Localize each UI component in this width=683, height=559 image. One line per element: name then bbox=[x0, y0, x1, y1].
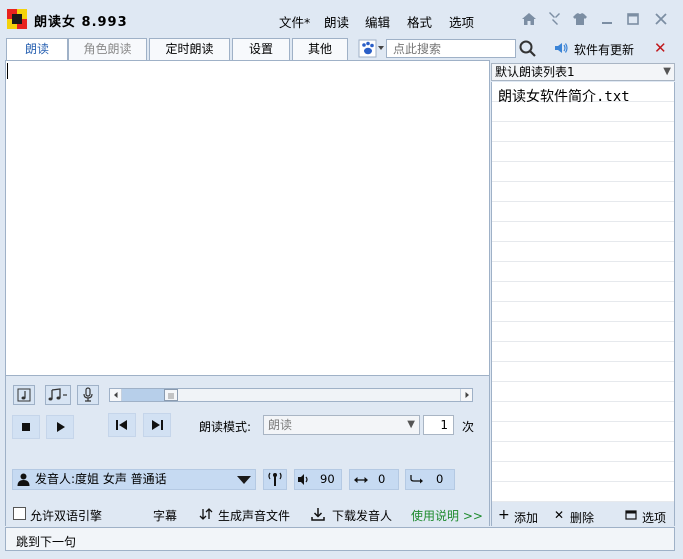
menu-edit[interactable]: 编辑 bbox=[365, 12, 390, 31]
skip-previous-icon bbox=[116, 420, 127, 430]
minimize-icon[interactable] bbox=[598, 10, 616, 28]
plus-icon: + bbox=[498, 507, 510, 523]
download-voice-button[interactable]: 下载发音人 bbox=[332, 507, 392, 524]
generate-audio-button[interactable]: 生成声音文件 bbox=[218, 507, 290, 524]
convert-audio-icon bbox=[199, 508, 213, 520]
read-mode-select[interactable]: 朗读 ▼ bbox=[263, 415, 420, 435]
app-title: 朗读女 8.993 bbox=[34, 15, 128, 30]
search-engine-paw-icon[interactable] bbox=[358, 39, 386, 58]
status-text: 跳到下一句 bbox=[16, 535, 77, 549]
menu-format[interactable]: 格式 bbox=[407, 12, 432, 31]
playlist[interactable]: 朗读女软件简介.txt bbox=[491, 82, 675, 502]
playlist-selected: 默认朗读列表1 bbox=[495, 65, 575, 79]
music-note-icon bbox=[17, 388, 31, 402]
close-panel-icon[interactable]: ✕ bbox=[654, 39, 667, 57]
repeat-unit-label: 次 bbox=[462, 420, 475, 434]
speaker-update-icon bbox=[555, 43, 568, 53]
volume-icon bbox=[298, 474, 308, 485]
music-mode-button[interactable] bbox=[45, 385, 71, 405]
playlist-rows bbox=[492, 82, 674, 502]
read-mode-label: 朗读模式: bbox=[199, 420, 252, 434]
chevron-down-icon: ▼ bbox=[407, 419, 415, 430]
progress-scrollbar[interactable] bbox=[109, 388, 473, 402]
download-icon bbox=[311, 508, 325, 521]
status-bar: 跳到下一句 bbox=[5, 527, 675, 551]
play-icon bbox=[57, 422, 65, 432]
tab-read[interactable]: 朗读 bbox=[6, 38, 68, 61]
next-button[interactable] bbox=[143, 413, 171, 437]
volume-value: 90 bbox=[320, 472, 335, 486]
repeat-count-input[interactable]: 1 bbox=[423, 415, 454, 435]
pin-icon[interactable] bbox=[545, 10, 563, 28]
bilingual-checkbox[interactable] bbox=[13, 507, 26, 520]
music-note-button[interactable] bbox=[13, 385, 35, 405]
scroll-left-arrow-icon[interactable] bbox=[110, 389, 122, 401]
voice-engine-button[interactable] bbox=[263, 469, 287, 490]
volume-control[interactable]: 90 bbox=[294, 469, 342, 490]
stop-button[interactable] bbox=[12, 415, 40, 439]
music-notes-icon bbox=[48, 388, 67, 401]
double-arrow-icon bbox=[354, 477, 368, 483]
person-icon bbox=[17, 473, 30, 486]
playlist-item[interactable]: 朗读女软件简介.txt bbox=[498, 86, 630, 106]
close-icon[interactable] bbox=[652, 10, 670, 28]
pitch-curve-icon bbox=[410, 475, 423, 484]
search-icon[interactable] bbox=[518, 39, 538, 59]
previous-button[interactable] bbox=[108, 413, 136, 437]
stop-icon bbox=[22, 423, 30, 431]
window-icon bbox=[625, 510, 637, 520]
bilingual-label: 允许双语引擎 bbox=[30, 509, 103, 523]
scroll-thumb[interactable] bbox=[164, 389, 178, 401]
tab-settings[interactable]: 设置 bbox=[232, 38, 290, 60]
delete-button[interactable]: 删除 bbox=[570, 509, 594, 526]
voice-label: 发音人:度姐 女声 普通话 bbox=[35, 472, 167, 486]
scroll-right-arrow-icon[interactable] bbox=[460, 389, 472, 401]
pitch-value: 0 bbox=[436, 472, 444, 486]
read-mode-value: 朗读 bbox=[268, 418, 293, 432]
microphone-icon bbox=[83, 387, 93, 402]
broadcast-icon bbox=[268, 472, 282, 486]
menu-read[interactable]: 朗读 bbox=[324, 12, 349, 31]
tab-other[interactable]: 其他 bbox=[292, 38, 348, 60]
shirt-icon[interactable] bbox=[571, 10, 589, 28]
search-input[interactable] bbox=[386, 39, 516, 58]
x-icon: ✕ bbox=[554, 508, 565, 522]
text-editor[interactable] bbox=[5, 60, 490, 376]
menu-options[interactable]: 选项 bbox=[449, 12, 474, 31]
microphone-button[interactable] bbox=[77, 385, 99, 405]
chevron-down-icon: ▼ bbox=[663, 66, 671, 77]
home-icon[interactable] bbox=[520, 10, 538, 28]
playlist-options-button[interactable]: 选项 bbox=[642, 509, 666, 526]
progress-fill bbox=[122, 389, 164, 401]
playlist-select[interactable]: 默认朗读列表1 ▼ bbox=[491, 63, 675, 81]
skip-next-icon bbox=[152, 420, 163, 430]
dropdown-arrow-icon bbox=[237, 476, 251, 484]
play-button[interactable] bbox=[46, 415, 74, 439]
text-caret bbox=[7, 63, 8, 79]
menu-file[interactable]: 文件* bbox=[279, 12, 310, 31]
update-link[interactable]: 软件有更新 bbox=[574, 41, 634, 58]
add-button[interactable]: 添加 bbox=[514, 509, 538, 526]
instructions-link[interactable]: 使用说明 >> bbox=[411, 507, 483, 524]
pitch-control[interactable]: 0 bbox=[405, 469, 455, 490]
maximize-icon[interactable] bbox=[624, 10, 642, 28]
speed-control[interactable]: 0 bbox=[349, 469, 399, 490]
tab-role-read[interactable]: 角色朗读 bbox=[68, 38, 147, 60]
speed-value: 0 bbox=[378, 472, 386, 486]
subtitle-button[interactable]: 字幕 bbox=[153, 507, 177, 524]
tab-timed-read[interactable]: 定时朗读 bbox=[149, 38, 230, 60]
app-logo-icon bbox=[7, 9, 27, 29]
voice-selector[interactable]: 发音人:度姐 女声 普通话 bbox=[12, 469, 256, 490]
playlist-toolbar: + 添加 ✕ 删除 选项 bbox=[491, 502, 675, 526]
